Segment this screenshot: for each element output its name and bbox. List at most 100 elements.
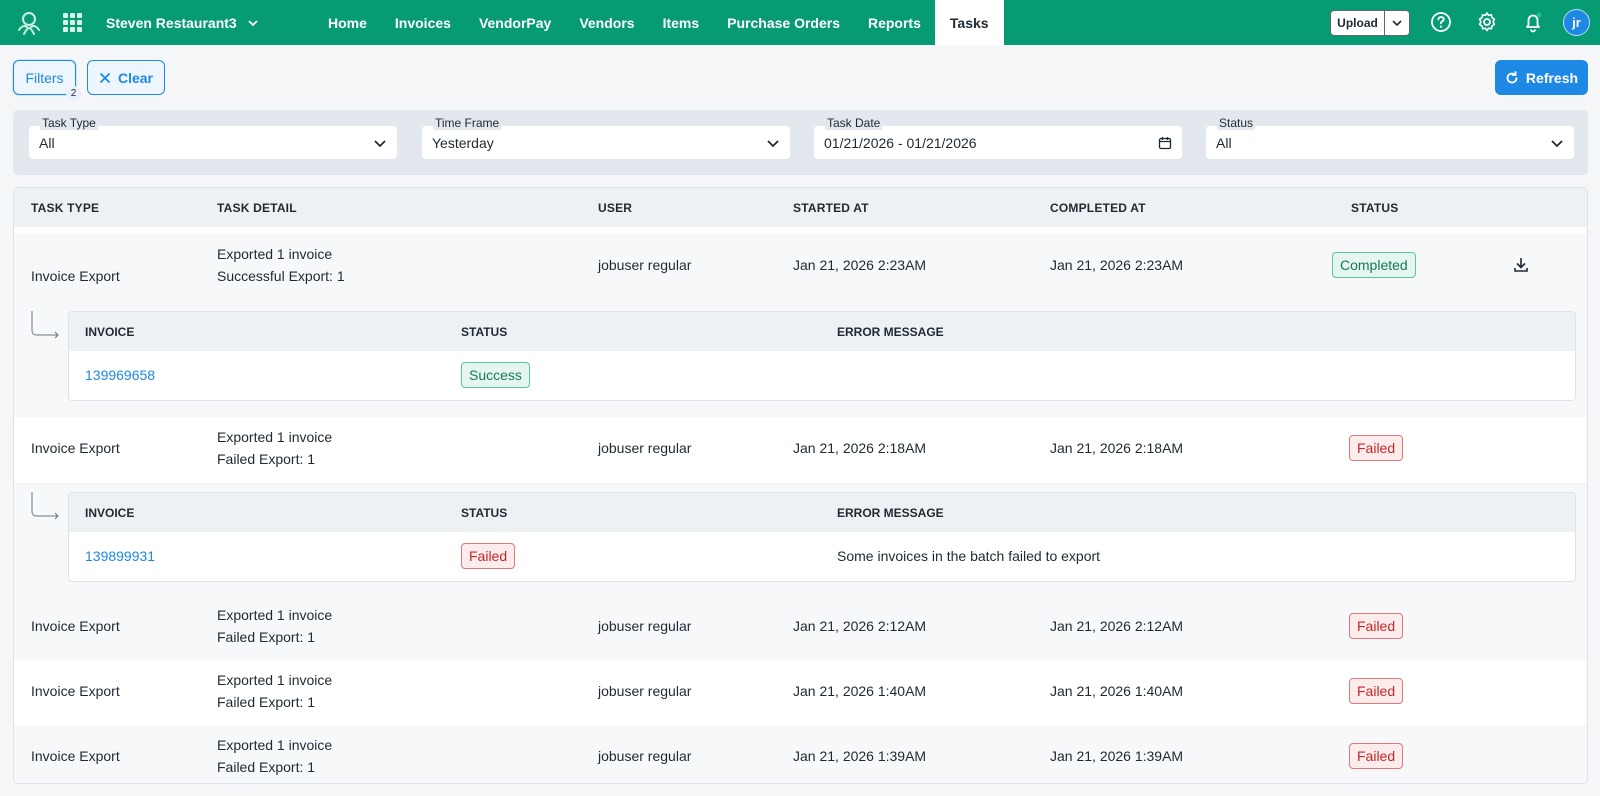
sub-col-status: STATUS [461,325,508,339]
refresh-icon [1506,70,1518,83]
table-header: TASK TYPE TASK DETAIL USER STARTED AT CO… [14,188,1587,227]
upload-button[interactable]: Upload [1330,10,1410,36]
clear-label: Clear [117,69,154,86]
task-type-select[interactable]: All [29,126,397,159]
col-task-detail[interactable]: TASK DETAIL [217,201,297,215]
invoice-subtable: INVOICE STATUS ERROR MESSAGE 139899931 F… [68,492,1576,582]
tasks-table: TASK TYPE TASK DETAIL USER STARTED AT CO… [13,187,1588,784]
task-detail-line1: Exported 1 invoice [217,429,333,445]
sub-col-error-message: ERROR MESSAGE [837,325,944,339]
task-detail-line2: Failed Export: 1 [217,629,316,645]
chevron-down-icon [767,139,779,147]
task-type-cell: Invoice Export [31,268,120,284]
nav-vendorpay[interactable]: VendorPay [465,0,565,45]
user-cell: jobuser regular [598,683,692,699]
nav-reports[interactable]: Reports [854,0,935,45]
task-detail-line2: Failed Export: 1 [217,694,316,710]
time-frame-label: Time Frame [433,116,502,130]
nav-vendors[interactable]: Vendors [565,0,648,45]
clear-button[interactable]: Clear [87,60,165,95]
task-type-cell: Invoice Export [31,683,120,699]
col-status[interactable]: STATUS [1351,201,1398,215]
nav-tasks[interactable]: Tasks [934,0,1004,45]
org-name: Steven Restaurant3 [106,14,237,31]
completed-at-cell: Jan 21, 2026 1:40AM [1050,683,1184,699]
help-icon[interactable] [1430,11,1452,33]
top-navbar: Steven Restaurant3 Home Invoices VendorP… [0,0,1600,45]
table-row[interactable]: Invoice Export Exported 1 invoice Failed… [14,725,1587,783]
col-task-type[interactable]: TASK TYPE [31,201,99,215]
invoice-link[interactable]: 139969658 [85,367,155,383]
chevron-down-icon [248,19,258,26]
nested-arrow-icon [31,492,59,520]
table-row[interactable]: Invoice Export Exported 1 invoice Failed… [14,595,1587,660]
upload-dropdown-toggle[interactable] [1385,11,1409,35]
chevron-down-icon [1392,20,1402,27]
completed-at-cell: Jan 21, 2026 2:12AM [1050,618,1184,634]
task-type-cell: Invoice Export [31,618,120,634]
task-type-label: Task Type [40,116,98,130]
started-at-cell: Jan 21, 2026 1:40AM [793,683,927,699]
status-label: Status [1217,116,1256,130]
col-started-at[interactable]: STARTED AT [793,201,869,215]
refresh-label: Refresh [1525,69,1579,86]
user-avatar[interactable]: jr [1563,9,1590,36]
gear-icon[interactable] [1476,11,1498,33]
upload-label: Upload [1331,11,1385,35]
task-type-cell: Invoice Export [31,440,120,456]
error-message-cell: Some invoices in the batch failed to exp… [837,548,1101,564]
table-row[interactable]: Invoice Export Exported 1 invoice Failed… [14,417,1587,484]
notification-bell-icon[interactable] [1522,11,1544,33]
filters-label: Filters [25,69,64,86]
status-select[interactable]: All [1206,126,1574,159]
invoice-link[interactable]: 139899931 [85,548,155,564]
status-badge: Failed [1349,435,1404,461]
completed-at-cell: Jan 21, 2026 2:18AM [1050,440,1184,456]
nav-invoices[interactable]: Invoices [381,0,465,45]
nav-items[interactable]: Items [649,0,714,45]
sub-col-error-message: ERROR MESSAGE [837,506,944,520]
status-badge: Failed [1349,613,1404,639]
col-completed-at[interactable]: COMPLETED AT [1050,201,1146,215]
main-nav: Home Invoices VendorPay Vendors Items Pu… [314,0,1004,45]
completed-at-cell: Jan 21, 2026 2:23AM [1050,257,1184,273]
time-frame-select[interactable]: Yesterday [422,126,790,159]
started-at-cell: Jan 21, 2026 2:23AM [793,257,927,273]
status-badge: Failed [1349,743,1404,769]
user-cell: jobuser regular [598,257,692,273]
org-switcher[interactable]: Steven Restaurant3 [106,0,259,45]
table-row[interactable]: Invoice Export Exported 1 invoice Failed… [14,660,1587,725]
nav-purchase-orders[interactable]: Purchase Orders [713,0,854,45]
subtable-header: INVOICE STATUS ERROR MESSAGE [69,312,1575,351]
user-cell: jobuser regular [598,618,692,634]
download-icon[interactable] [1512,256,1530,274]
task-detail-line2: Failed Export: 1 [217,759,316,775]
sub-col-invoice: INVOICE [85,506,135,520]
invoice-status-badge: Failed [461,543,516,569]
invoice-subtable: INVOICE STATUS ERROR MESSAGE 139969658 S… [68,311,1576,401]
calendar-icon[interactable] [1158,136,1172,150]
task-date-value: 01/21/2026 - 01/21/2026 [824,134,977,151]
app-grid-icon[interactable] [63,13,82,32]
task-detail-line2: Successful Export: 1 [217,268,345,284]
task-detail-line1: Exported 1 invoice [217,607,333,623]
status-badge: Failed [1349,678,1404,704]
user-cell: jobuser regular [598,440,692,456]
started-at-cell: Jan 21, 2026 2:18AM [793,440,927,456]
time-frame-value: Yesterday [432,134,494,151]
refresh-button[interactable]: Refresh [1495,60,1588,95]
task-type-cell: Invoice Export [31,748,120,764]
user-cell: jobuser regular [598,748,692,764]
nav-home[interactable]: Home [314,0,381,45]
status-badge: Completed [1332,252,1416,278]
nested-arrow-icon [31,311,59,339]
completed-at-cell: Jan 21, 2026 1:39AM [1050,748,1184,764]
task-detail-line1: Exported 1 invoice [217,246,333,262]
task-date-label: Task Date [825,116,883,130]
octopus-logo-icon[interactable] [14,10,44,36]
task-date-input[interactable]: 01/21/2026 - 01/21/2026 [814,126,1182,159]
filters-count-badge: 2 [66,86,81,101]
col-user[interactable]: USER [598,201,632,215]
sub-col-status: STATUS [461,506,508,520]
started-at-cell: Jan 21, 2026 1:39AM [793,748,927,764]
